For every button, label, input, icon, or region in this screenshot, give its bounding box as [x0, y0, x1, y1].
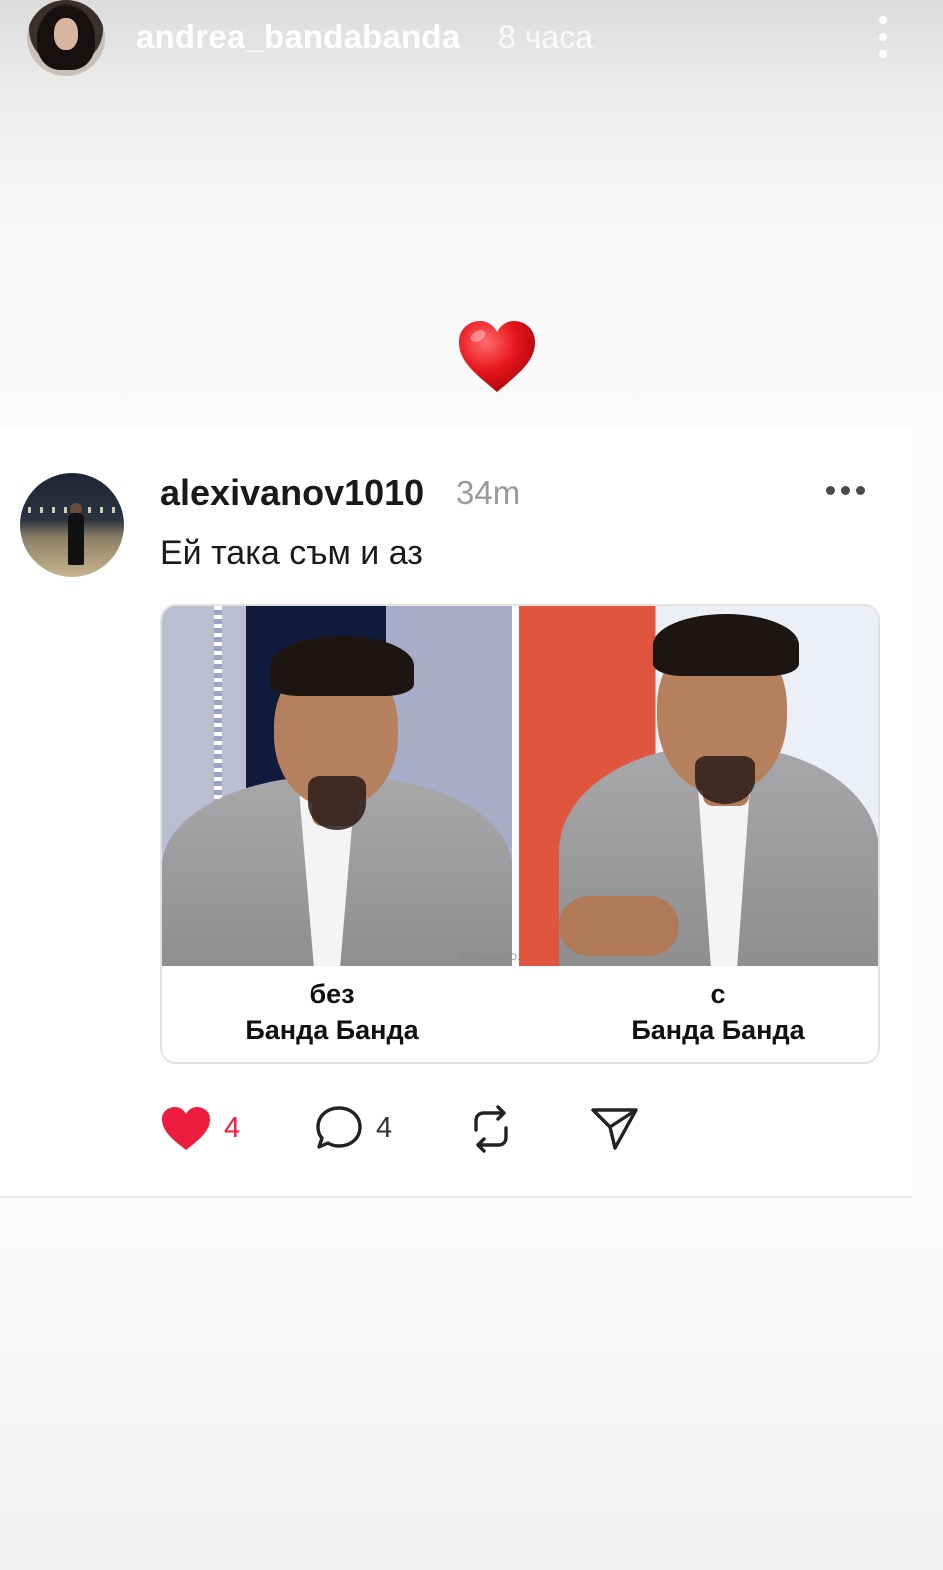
meme-photo-right — [519, 606, 878, 966]
repost-icon[interactable] — [466, 1104, 516, 1154]
meme-label-left: без Банда Банда — [162, 976, 502, 1048]
avatar-face — [54, 18, 78, 50]
story-avatar[interactable] — [27, 0, 105, 76]
meme-label-right-line1: с — [710, 979, 726, 1009]
meme-label-left-line2: Банда Банда — [245, 1015, 419, 1045]
man-beard — [308, 776, 366, 830]
meme-label-right-line2: Банда Банда — [631, 1015, 805, 1045]
heart-emoji-icon — [459, 321, 535, 392]
post-actions: 4 4 — [160, 1104, 680, 1154]
meme-photo-left — [162, 606, 512, 966]
story-timestamp: 8 часа — [498, 19, 593, 55]
more-vertical-icon[interactable] — [868, 12, 898, 62]
like-count: 4 — [224, 1112, 241, 1144]
man-hair — [653, 614, 799, 676]
comment-count: 4 — [376, 1112, 393, 1144]
threads-post-card: alexivanov1010 34m Ей така съм и аз FUTB… — [0, 428, 912, 1198]
avatar-person — [68, 513, 84, 565]
studio-light-strip — [214, 606, 222, 816]
man-hands — [559, 896, 679, 956]
share-send-icon[interactable] — [590, 1106, 640, 1152]
man-hair — [270, 636, 414, 696]
story-header: andrea_bandabanda 8 часа — [0, 0, 943, 80]
post-username[interactable]: alexivanov1010 — [160, 472, 424, 514]
post-timestamp: 34m — [456, 474, 521, 511]
comment-icon[interactable] — [314, 1105, 364, 1153]
meme-image[interactable]: FUTBOLBRO.COM без Банда Банда с Банда Ба… — [160, 604, 880, 1064]
post-caption: Ей така съм и аз — [160, 534, 423, 572]
man-beard — [695, 756, 755, 804]
more-horizontal-icon[interactable] — [824, 478, 868, 502]
meme-label-right: с Банда Банда — [548, 976, 878, 1048]
heart-filled-icon[interactable] — [160, 1106, 212, 1152]
story-username[interactable]: andrea_bandabanda — [136, 18, 460, 56]
meme-label-left-line1: без — [309, 979, 355, 1009]
post-avatar[interactable] — [20, 473, 124, 577]
